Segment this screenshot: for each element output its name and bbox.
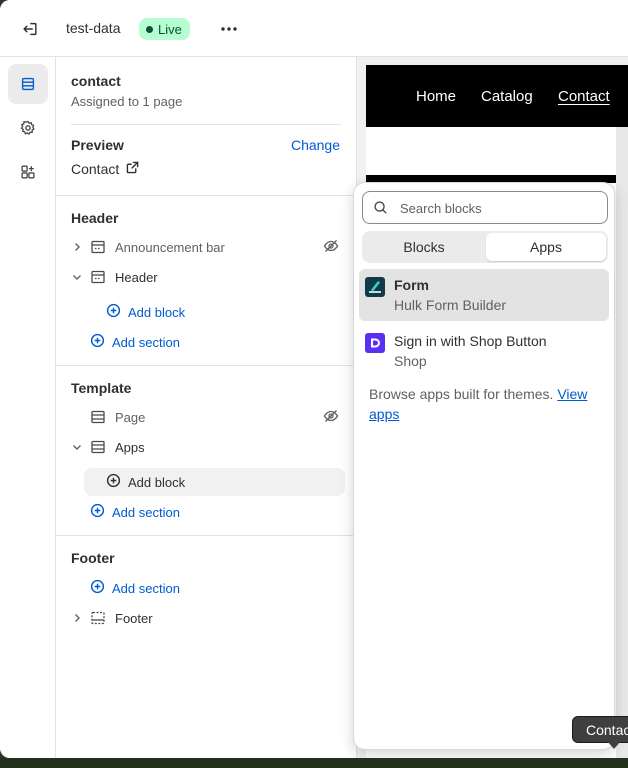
app-name: Sign in with Shop Button — [394, 333, 547, 349]
desktop-background — [0, 758, 628, 768]
section-header[interactable]: Header — [68, 263, 345, 291]
more-actions-icon[interactable] — [218, 18, 240, 40]
search-blocks-field[interactable] — [362, 191, 608, 224]
tooltip-arrow — [608, 742, 620, 749]
template-group-title: Template — [71, 380, 132, 396]
hulk-form-logo-icon — [365, 277, 385, 297]
add-block-label: Add block — [128, 474, 186, 490]
chevron-right-icon[interactable] — [68, 238, 86, 256]
live-dot-icon — [146, 25, 153, 33]
site-nav-catalog[interactable]: Catalog — [481, 88, 533, 105]
sections-panel: contact Assigned to 1 page Preview Chang… — [56, 57, 357, 758]
theme-settings-gear-icon[interactable] — [8, 108, 48, 148]
app-block-form[interactable]: Form Hulk Form Builder — [359, 269, 609, 321]
site-nav-home[interactable]: Home — [416, 88, 456, 105]
preview-scrollbar[interactable] — [616, 127, 628, 758]
divider — [56, 195, 357, 196]
template-add-section-button[interactable]: Add section — [90, 498, 180, 526]
picker-tabs: Blocks Apps — [362, 231, 608, 263]
section-icon — [88, 238, 108, 256]
external-link-icon — [126, 161, 139, 177]
header-add-block-button[interactable]: Add block — [106, 298, 185, 326]
apps-icon[interactable] — [8, 152, 48, 192]
footer-group-title: Footer — [71, 550, 115, 566]
divider — [71, 124, 341, 125]
change-preview-link[interactable]: Change — [291, 137, 340, 153]
browse-apps-label: Browse apps built for themes. — [369, 386, 554, 402]
site-nav: Home Catalog Contact — [366, 65, 628, 127]
add-section-label: Add section — [112, 504, 180, 520]
eye-hidden-icon[interactable] — [323, 408, 339, 427]
block-picker-popover: Blocks Apps Form Hulk Form Builder Sign … — [353, 182, 615, 750]
app-name: Form — [394, 277, 429, 293]
shop-logo-icon — [365, 333, 385, 353]
apps-add-block-button[interactable]: Add block — [84, 468, 345, 496]
section-label: Header — [115, 269, 158, 285]
site-nav-contact[interactable]: Contact — [558, 88, 610, 105]
chevron-down-icon[interactable] — [68, 268, 86, 286]
contact-tooltip: Contact — [572, 716, 628, 743]
divider — [56, 365, 357, 366]
header-group-title: Header — [71, 210, 119, 226]
theme-editor: test-data Live contact Assigned to 1 pag… — [0, 0, 628, 758]
exit-icon[interactable] — [18, 17, 42, 41]
section-footer[interactable]: Footer — [68, 604, 345, 632]
side-rail — [0, 57, 56, 758]
app-vendor: Shop — [394, 353, 427, 369]
section-label: Announcement bar — [115, 239, 225, 255]
page-assigned-text: Assigned to 1 page — [71, 94, 183, 109]
browse-apps-text: Browse apps built for themes. View apps — [369, 384, 601, 424]
add-section-label: Add section — [112, 580, 180, 596]
plus-circle-icon — [106, 303, 121, 321]
section-icon — [88, 268, 108, 286]
plus-circle-icon — [90, 579, 105, 597]
app-vendor: Hulk Form Builder — [394, 297, 507, 313]
eye-hidden-icon[interactable] — [323, 238, 339, 257]
sections-icon[interactable] — [8, 64, 48, 104]
preview-page-name: Contact — [71, 161, 120, 177]
tab-apps[interactable]: Apps — [486, 233, 606, 261]
store-name[interactable]: test-data — [66, 20, 120, 36]
footer-add-section-button[interactable]: Add section — [90, 574, 180, 602]
divider — [56, 535, 357, 536]
add-section-label: Add section — [112, 334, 180, 350]
section-label: Page — [115, 409, 146, 425]
plus-circle-icon — [90, 503, 105, 521]
section-announcement-bar[interactable]: Announcement bar — [68, 233, 345, 261]
plus-circle-icon — [106, 473, 121, 491]
chevron-down-icon[interactable] — [68, 438, 86, 456]
search-icon — [373, 200, 388, 220]
top-bar: test-data Live — [0, 0, 628, 57]
search-blocks-input[interactable] — [400, 198, 600, 218]
page-title: contact — [71, 73, 121, 89]
chevron-right-icon[interactable] — [68, 609, 86, 627]
live-badge-label: Live — [158, 21, 182, 37]
section-icon — [88, 408, 108, 426]
app-block-shop-sign-in[interactable]: Sign in with Shop Button Shop — [359, 325, 609, 377]
preview-label: Preview — [71, 137, 124, 153]
add-block-label: Add block — [128, 304, 186, 320]
live-status-badge: Live — [139, 18, 190, 40]
section-apps[interactable]: Apps — [68, 433, 345, 461]
section-page[interactable]: Page — [68, 403, 345, 431]
plus-circle-icon — [90, 333, 105, 351]
tab-blocks[interactable]: Blocks — [364, 233, 484, 261]
section-label: Footer — [115, 610, 153, 626]
section-label: Apps — [115, 439, 145, 455]
preview-value[interactable]: Contact — [71, 161, 139, 177]
header-add-section-button[interactable]: Add section — [90, 328, 180, 356]
section-icon — [88, 438, 108, 456]
section-icon — [88, 609, 108, 627]
